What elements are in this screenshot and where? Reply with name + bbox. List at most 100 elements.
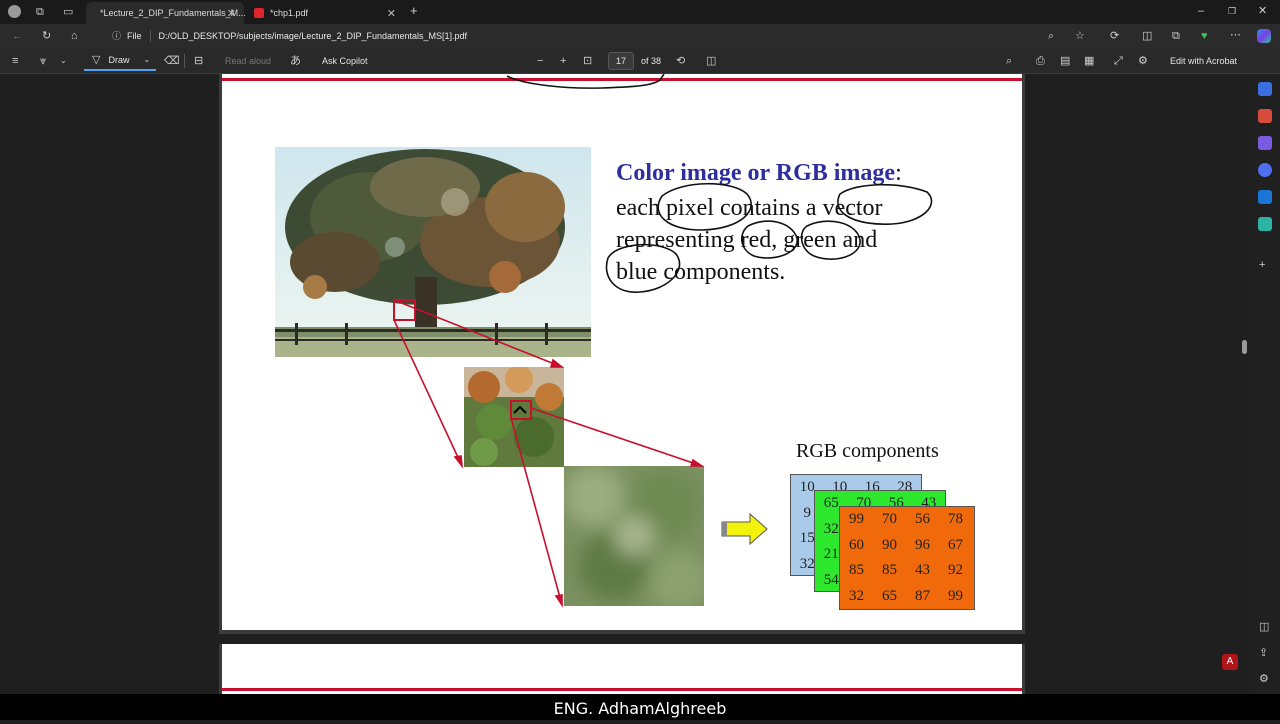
fullscreen-icon[interactable]: ⤢ (1114, 54, 1123, 68)
video-caption: ENG. AdhamAlghreeb (0, 694, 1280, 720)
matrix-cell: 90 (882, 536, 897, 553)
pdf-icon (254, 8, 264, 18)
yellow-arrow (721, 512, 768, 546)
vpn-icon[interactable]: ♥ (1201, 29, 1208, 43)
draw-label: Draw (108, 55, 130, 65)
split-screen-icon[interactable]: ◫ (1142, 29, 1152, 43)
eraser-icon[interactable]: ⌫ (164, 54, 180, 68)
pen-icon: ▽ (92, 54, 101, 66)
home-icon[interactable]: ⌂ (71, 29, 78, 43)
search-icon[interactable]: ⌕ (1006, 54, 1012, 68)
browser-sidebar: + ◫ ⇪ ⚙ A (1222, 74, 1280, 694)
tab-actions-icon[interactable]: ▭ (63, 5, 73, 19)
more-icon[interactable]: ⋯ (1230, 28, 1241, 42)
matrix-cell: 99 (849, 511, 864, 527)
ask-copilot-button[interactable]: Ask Copilot (322, 54, 368, 68)
chevron-down-icon: ⌄ (143, 55, 151, 64)
new-tab-icon[interactable]: + (410, 4, 418, 18)
minimize-icon[interactable]: – (1198, 4, 1204, 18)
tab-bar: ⧉ ▭ *Lecture_2_DIP_Fundamentals_M... ✕ *… (0, 0, 1280, 24)
share-icon[interactable]: ⇪ (1259, 646, 1268, 660)
translate-icon[interactable]: あ (290, 54, 301, 68)
chevron-down-icon[interactable]: ⌄ (60, 54, 67, 68)
pdf-next-page (219, 644, 1025, 694)
read-aloud-button[interactable]: Read aloud (225, 54, 271, 68)
outlook-app-icon[interactable] (1258, 190, 1272, 204)
copilot-app-icon[interactable] (1258, 163, 1272, 177)
page-view-icon[interactable]: ◫ (706, 54, 716, 68)
collections-icon[interactable]: ⧉ (1172, 29, 1180, 43)
matrix-cell: 32 (849, 587, 864, 604)
fit-page-icon[interactable]: ⊡ (583, 54, 592, 68)
back-icon[interactable]: ← (12, 29, 23, 43)
rgb-components-title: RGB components (796, 440, 939, 462)
page-total: of 38 (641, 54, 661, 68)
file-label: File (127, 31, 142, 41)
matrix-row: 85 85 43 92 (840, 558, 974, 584)
sidebar-toggle-icon[interactable]: ◫ (1259, 620, 1269, 634)
close-tab-icon[interactable]: ✕ (387, 7, 396, 20)
add-app-icon[interactable]: + (1259, 258, 1265, 272)
matrix-cell: 96 (915, 536, 930, 553)
divider (184, 54, 185, 68)
matrix-cell: 70 (882, 511, 897, 527)
contents-icon[interactable]: ≡ (12, 54, 18, 68)
bottom-rule (222, 630, 1022, 634)
highlight-icon[interactable]: ⩔ (40, 54, 46, 68)
tab-chp1[interactable]: *chp1.pdf ✕ (246, 2, 404, 24)
save-as-icon[interactable]: ▦ (1084, 54, 1094, 68)
refresh-icon[interactable]: ↻ (42, 29, 51, 43)
sidebar-settings-icon[interactable]: ⚙ (1259, 672, 1269, 686)
ask-copilot-label: Ask Copilot (322, 56, 368, 66)
settings-icon[interactable]: ⚙ (1138, 54, 1148, 68)
print-icon[interactable]: ⎙ (1036, 54, 1045, 68)
matrix-cell: 65 (882, 587, 897, 604)
matrix-cell: 85 (849, 562, 864, 578)
close-window-icon[interactable]: ✕ (1258, 4, 1267, 18)
matrix-row: 32 65 87 99 (840, 584, 974, 610)
matrix-row: 60 90 96 67 (840, 533, 974, 559)
zoom-icon[interactable]: ⌕ (1048, 29, 1054, 43)
acrobat-icon[interactable]: A (1222, 654, 1238, 670)
ink-annotations (605, 182, 933, 293)
matrix-row: 99 70 56 78 (840, 507, 974, 533)
maximize-icon[interactable]: ❐ (1228, 4, 1236, 18)
url-text: D:/OLD_DESKTOP/subjects/image/Lecture_2_… (158, 31, 468, 41)
matrix-cell: 92 (948, 562, 963, 578)
tools-app-icon[interactable] (1258, 136, 1272, 150)
shopping-app-icon[interactable] (1258, 109, 1272, 123)
matrix-cell: 85 (882, 562, 897, 578)
matrix-cell: 43 (915, 562, 930, 578)
favorite-icon[interactable]: ☆ (1075, 29, 1085, 43)
workspaces-icon[interactable]: ⧉ (36, 5, 44, 19)
tab-label: *Lecture_2_DIP_Fundamentals_M... (100, 8, 246, 18)
url-field[interactable]: ⓘ File D:/OLD_DESKTOP/subjects/image/Lec… (104, 26, 1184, 46)
next-page-red-rule (222, 688, 1022, 691)
zoom-out-icon[interactable]: − (537, 54, 543, 68)
read-aloud-label: Read aloud (225, 56, 272, 66)
scrollbar-thumb[interactable] (1242, 340, 1247, 354)
draw-button[interactable]: ▽ Draw ⌄ (84, 51, 156, 71)
pdf-page: Color image or RGB image: each pixel con… (219, 74, 1025, 634)
extensions-icon[interactable]: ⟳ (1110, 29, 1119, 43)
edit-acrobat-button[interactable]: Edit with Acrobat (1170, 54, 1237, 68)
add-text-icon[interactable]: ⊟ (194, 54, 203, 68)
matrix-cell: 78 (948, 511, 963, 527)
rotate-icon[interactable]: ⟲ (676, 54, 685, 68)
profile-icon[interactable] (8, 5, 21, 18)
tab-lecture[interactable]: *Lecture_2_DIP_Fundamentals_M... ✕ (86, 2, 246, 24)
pdf-toolbar: ≡ ⩔ ⌄ ▽ Draw ⌄ ⌫ ⊟ Read aloud あ Ask Copi… (0, 48, 1280, 74)
divider (149, 30, 151, 42)
address-bar: ← ↻ ⌂ ⓘ File D:/OLD_DESKTOP/subjects/ima… (0, 24, 1280, 48)
send-app-icon[interactable] (1258, 217, 1272, 231)
favorites-app-icon[interactable] (1258, 82, 1272, 96)
matrix-cell: 87 (915, 587, 930, 604)
edit-acrobat-label: Edit with Acrobat (1170, 56, 1238, 66)
save-icon[interactable]: ▤ (1060, 54, 1070, 68)
page-number-input[interactable]: 17 (608, 52, 634, 70)
close-tab-icon[interactable]: ✕ (227, 7, 236, 20)
zoom-in-icon[interactable]: + (560, 54, 566, 68)
copilot-icon[interactable] (1257, 29, 1271, 43)
page-total-label: of 38 (641, 56, 662, 66)
orange-channel-matrix: 99 70 56 78 60 90 96 67 85 85 43 92 32 65 87 99 (839, 506, 975, 610)
